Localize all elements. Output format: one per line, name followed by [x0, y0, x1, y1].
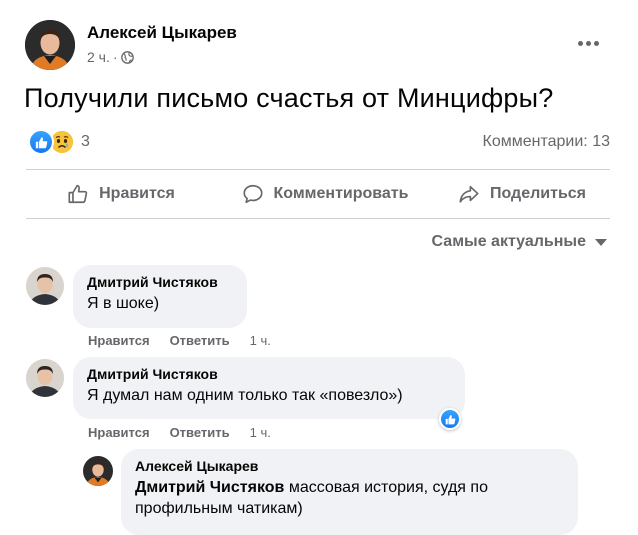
like-icon[interactable] [439, 408, 461, 430]
commenter-avatar[interactable] [26, 267, 64, 305]
comment-like-link[interactable]: Нравится [88, 425, 150, 440]
like-icon [28, 129, 54, 155]
facebook-post: Алексей Цыкарев 2 ч. · Получили письмо с… [0, 0, 638, 535]
comment-actions: Нравится Ответить 1 ч. [88, 425, 271, 440]
comment-button-label: Комментировать [273, 185, 409, 202]
reply-author[interactable]: Алексей Цыкарев [135, 458, 538, 474]
comment-reply-link[interactable]: Ответить [170, 425, 230, 440]
comment-actions: Нравится Ответить 1 ч. [88, 333, 271, 348]
like-button-label: Нравится [99, 185, 175, 202]
more-options-button[interactable] [570, 30, 606, 56]
post-text: Получили письмо счастья от Минцифры? [24, 83, 554, 113]
globe-icon[interactable] [120, 50, 134, 64]
commenter-avatar[interactable] [26, 359, 64, 397]
comment-time[interactable]: 1 ч. [250, 425, 271, 440]
comment-author[interactable]: Дмитрий Чистяков [87, 366, 451, 382]
reaction-count: 3 [81, 133, 90, 150]
sort-label: Самые актуальные [431, 233, 586, 250]
reply-author-avatar[interactable] [83, 456, 113, 486]
author-avatar[interactable] [25, 20, 75, 70]
comment-like-link[interactable]: Нравится [88, 333, 150, 348]
post-meta: 2 ч. · [87, 49, 134, 65]
share-button[interactable]: Поделиться [434, 170, 610, 218]
thumbs-up-icon [68, 184, 88, 204]
reply-text: Дмитрий Чистяков массовая история, судя … [135, 477, 538, 519]
comment-text: Я в шоке) [87, 295, 160, 312]
comment-reply-link[interactable]: Ответить [170, 333, 230, 348]
comment-bubble: Дмитрий Чистяков Я думал нам одним тольк… [73, 357, 465, 419]
comments-count[interactable]: Комментарии: 13 [483, 133, 610, 151]
author-name[interactable]: Алексей Цыкарев [87, 23, 237, 43]
meta-separator: · [112, 49, 118, 65]
post-time[interactable]: 2 ч. [87, 49, 110, 65]
share-icon [459, 185, 479, 203]
comment-author[interactable]: Дмитрий Чистяков [87, 274, 233, 290]
reactions-summary[interactable]: 3 [28, 129, 90, 155]
comment-text: Я думал нам одним только так «повезло») [87, 387, 403, 404]
reply-mention[interactable]: Дмитрий Чистяков [135, 479, 284, 496]
share-button-label: Поделиться [489, 185, 587, 202]
divider-bottom [26, 218, 610, 219]
post-actions-bar: Нравится Комментировать Поделиться [26, 170, 610, 218]
caret-down-icon [595, 238, 607, 246]
reply-bubble: Алексей Цыкарев Дмитрий Чистяков массова… [121, 449, 578, 535]
comment-bubble: Дмитрий Чистяков Я в шоке) [73, 265, 247, 328]
comment-icon [242, 184, 263, 204]
more-dots-icon [577, 40, 583, 46]
comment-button[interactable]: Комментировать [216, 170, 434, 218]
like-button[interactable]: Нравится [26, 170, 216, 218]
comment-sort-dropdown[interactable]: Самые актуальные [432, 233, 607, 251]
comment-time[interactable]: 1 ч. [250, 333, 271, 348]
